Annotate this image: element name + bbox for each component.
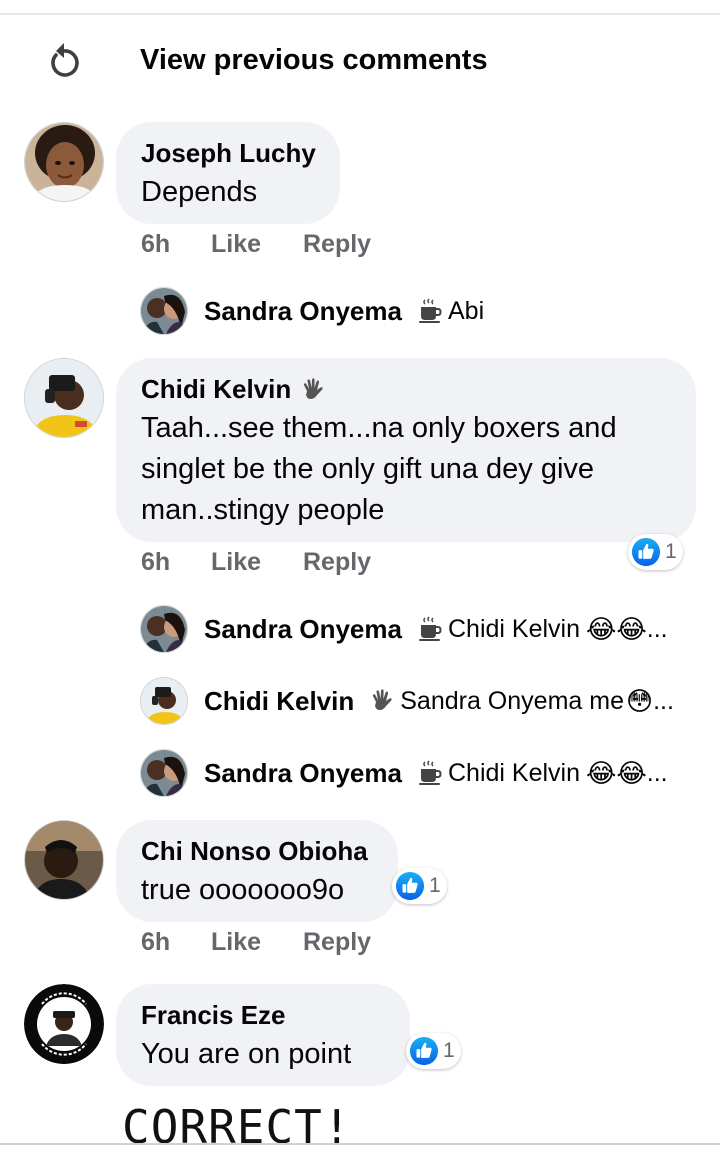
avatar-francis-eze[interactable]: [24, 984, 104, 1064]
comment-author[interactable]: Chi Nonso Obioha: [141, 836, 368, 867]
comment-text: true ooooooo9o: [141, 874, 345, 906]
view-previous-comments-button[interactable]: View previous comments: [40, 36, 540, 86]
comment-text: Depends: [141, 176, 258, 208]
comment-text: You are on point: [141, 1038, 352, 1070]
reply-button[interactable]: Reply: [303, 548, 371, 577]
coffee-cup-icon: [418, 760, 442, 786]
reply-text: Abi: [447, 296, 485, 325]
comment-text-line: man..stingy people: [141, 494, 385, 526]
comment-text-line: Taah...see them...na only boxers and: [141, 412, 617, 444]
like-reaction-icon: [395, 871, 425, 901]
comment-author[interactable]: Chidi Kelvin: [141, 374, 291, 405]
comment-author[interactable]: Joseph Luchy: [141, 138, 316, 169]
like-reaction-icon: [631, 537, 661, 567]
avatar-sandra-onyema[interactable]: [140, 605, 188, 653]
handwritten-annotation: CORRECT!: [122, 1100, 352, 1154]
view-previous-label: View previous comments: [140, 44, 488, 76]
comment-author[interactable]: Francis Eze: [141, 1000, 286, 1031]
top-divider: [0, 13, 720, 15]
reply-preview[interactable]: Sandra Onyema Chidi Kelvin 😂😂 ...: [140, 604, 668, 654]
reply-author[interactable]: Sandra Onyema: [204, 296, 402, 327]
comment-author-row[interactable]: Chidi Kelvin: [141, 374, 325, 405]
reply-button[interactable]: Reply: [303, 230, 371, 259]
like-button[interactable]: Like: [211, 230, 261, 259]
reaction-summary[interactable]: 1: [406, 1033, 461, 1069]
reaction-summary[interactable]: 1: [392, 868, 447, 904]
reply-preview[interactable]: Chidi Kelvin Sandra Onyema me 😳 ...: [140, 676, 674, 726]
comment-time: 6h: [141, 230, 171, 258]
reply-button[interactable]: Reply: [303, 928, 371, 957]
like-button[interactable]: Like: [211, 548, 261, 577]
like-button[interactable]: Like: [211, 928, 261, 957]
flushed-face-emoji: 😳: [625, 686, 654, 716]
reply-author[interactable]: Sandra Onyema: [204, 758, 402, 789]
reply-text: Sandra Onyema me: [400, 686, 624, 715]
reply-ellipsis: ...: [646, 758, 668, 787]
reaction-count: 1: [443, 1039, 455, 1062]
avatar-sandra-onyema[interactable]: [140, 749, 188, 797]
reply-text: Chidi Kelvin: [447, 614, 580, 643]
reply-ellipsis: ...: [646, 614, 668, 643]
reply-ellipsis: ...: [653, 686, 674, 715]
wave-hand-icon: [370, 688, 394, 714]
reaction-count: 1: [429, 874, 441, 897]
reply-author[interactable]: Sandra Onyema: [204, 614, 402, 645]
avatar-sandra-onyema[interactable]: [140, 287, 188, 335]
comment-time: 6h: [141, 928, 171, 956]
reply-preview[interactable]: Sandra Onyema Abi: [140, 286, 484, 336]
coffee-cup-icon: [418, 298, 442, 324]
comment-text-line: singlet be the only gift una dey give: [141, 453, 595, 485]
reaction-summary[interactable]: 1: [628, 534, 683, 570]
reply-text: Chidi Kelvin: [447, 758, 580, 787]
avatar-chidi-kelvin[interactable]: [140, 677, 188, 725]
like-reaction-icon: [409, 1036, 439, 1066]
reply-preview[interactable]: Sandra Onyema Chidi Kelvin 😂😂 ...: [140, 748, 668, 798]
avatar-joseph-luchy[interactable]: [24, 122, 104, 202]
avatar-chidi-kelvin[interactable]: [24, 358, 104, 438]
reply-author[interactable]: Chidi Kelvin: [204, 686, 354, 717]
refresh-icon: [40, 37, 88, 85]
bottom-divider: [0, 1143, 720, 1145]
laughing-tears-emoji: 😂😂: [586, 758, 647, 788]
avatar-chi-nonso-obioha[interactable]: [24, 820, 104, 900]
laughing-tears-emoji: 😂😂: [586, 614, 647, 644]
comment-time: 6h: [141, 548, 171, 576]
wave-hand-icon: [301, 377, 325, 403]
reaction-count: 1: [665, 540, 677, 563]
coffee-cup-icon: [418, 616, 442, 642]
